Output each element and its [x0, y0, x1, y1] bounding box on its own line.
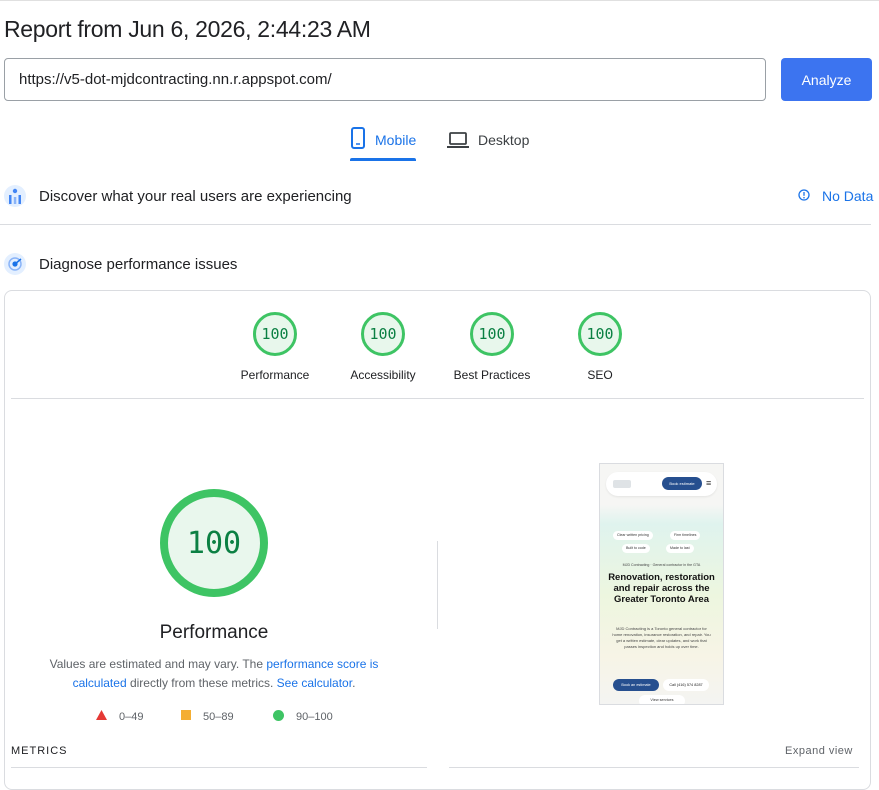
- gauge-best-practices[interactable]: 100 Best Practices: [437, 312, 547, 382]
- performance-big-gauge: 100: [160, 489, 268, 597]
- desc-text-3: .: [352, 676, 356, 690]
- gauge-accessibility[interactable]: 100 Accessibility: [328, 312, 438, 382]
- tab-mobile-indicator: [350, 158, 416, 161]
- preview-chip: Clear written pricing: [613, 531, 653, 540]
- see-calculator-link[interactable]: See calculator: [277, 676, 352, 690]
- report-title: Report from Jun 6, 2026, 2:44:23 AM: [4, 16, 371, 42]
- legend-pass: 90–100: [273, 710, 333, 724]
- gauge-seo-label: SEO: [587, 368, 613, 382]
- preview-headline: Renovation, restoration and repair acros…: [608, 572, 715, 605]
- preview-book-button: Book estimate: [662, 477, 702, 490]
- vertical-divider: [437, 541, 438, 629]
- analyze-button[interactable]: Analyze: [781, 58, 872, 101]
- field-data-icon: [3, 184, 27, 213]
- gauge-seo[interactable]: 100 SEO: [545, 312, 655, 382]
- legend-average: 50–89: [181, 710, 234, 723]
- gauge-best-practices-score: 100: [470, 312, 514, 356]
- gauge-accessibility-label: Accessibility: [350, 368, 416, 382]
- square-icon: [181, 710, 191, 723]
- desc-text-2: directly from these metrics.: [126, 676, 277, 690]
- gauge-performance[interactable]: 100 Performance: [220, 312, 330, 382]
- circle-icon: [273, 710, 284, 724]
- preview-eyebrow: MJD Contracting · General contractor in …: [622, 563, 701, 567]
- expand-view-button[interactable]: Expand view: [785, 745, 853, 757]
- tab-desktop[interactable]: Desktop: [447, 126, 529, 162]
- preview-chip: Made to last: [666, 544, 694, 553]
- preview-body: MJD Contracting is a Toronto general con…: [612, 626, 711, 649]
- laptop-icon: [447, 132, 469, 151]
- gauge-seo-score: 100: [578, 312, 622, 356]
- no-data-link[interactable]: No Data: [798, 188, 873, 204]
- top-border: [0, 0, 879, 1]
- smartphone-icon: [350, 126, 366, 153]
- preview-chip: Firm timelines: [670, 531, 701, 540]
- section-divider: [0, 224, 871, 225]
- field-data-title: Discover what your real users are experi…: [39, 188, 352, 205]
- gauge-performance-score: 100: [253, 312, 297, 356]
- page-screenshot-preview[interactable]: Book estimate ≡ Clear written pricing Fi…: [599, 463, 724, 705]
- preview-logo: [613, 480, 631, 488]
- preview-cta-services: View services: [639, 695, 685, 704]
- gauges-divider: [11, 398, 864, 399]
- info-icon: [798, 188, 810, 204]
- tab-mobile-label: Mobile: [375, 132, 417, 148]
- lab-data-title: Diagnose performance issues: [39, 256, 238, 273]
- score-description: Values are estimated and may vary. The p…: [40, 655, 388, 693]
- preview-chip: Built to code: [622, 544, 650, 553]
- gauge-accessibility-score: 100: [361, 312, 405, 356]
- lab-data-icon: [3, 252, 27, 281]
- legend-average-range: 50–89: [203, 710, 234, 723]
- gauge-performance-label: Performance: [240, 368, 310, 382]
- performance-big-label: Performance: [159, 622, 269, 643]
- gauge-best-practices-label: Best Practices: [453, 368, 531, 382]
- tab-mobile[interactable]: Mobile: [350, 126, 416, 162]
- legend-pass-range: 90–100: [296, 711, 333, 723]
- hamburger-icon: ≡: [706, 478, 712, 488]
- preview-cta-phone: Call (416) 574 8287: [663, 679, 709, 691]
- legend-fail-range: 0–49: [119, 710, 144, 723]
- triangle-icon: [96, 710, 107, 723]
- preview-navbar: Book estimate ≡: [606, 472, 717, 496]
- metrics-header: METRICS: [11, 745, 68, 757]
- legend-fail: 0–49: [96, 710, 143, 723]
- no-data-label: No Data: [822, 188, 874, 204]
- desc-text-1: Values are estimated and may vary. The: [49, 657, 267, 671]
- url-input[interactable]: [4, 58, 766, 101]
- preview-cta-primary: Book an estimate: [613, 679, 659, 691]
- tab-desktop-label: Desktop: [478, 132, 530, 148]
